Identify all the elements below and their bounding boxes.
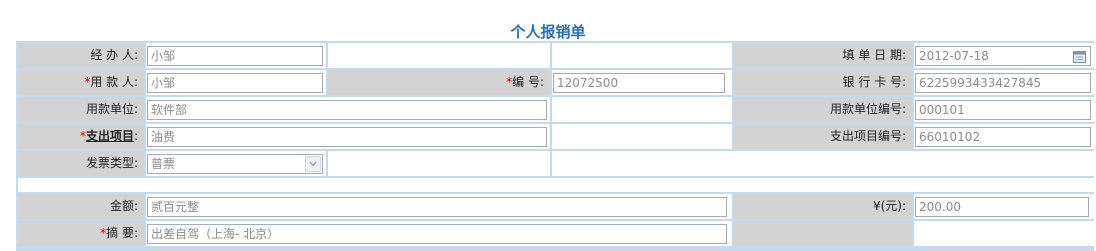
invoice-type-cell: 普票 bbox=[146, 151, 326, 176]
expense-code-label: 支出项目编号: bbox=[734, 124, 912, 149]
payee-label-text: 用 款 人: bbox=[90, 75, 138, 89]
handler-label: 经 办 人: bbox=[18, 43, 144, 68]
summary-input[interactable]: 出差自驾（上海- 北京） bbox=[147, 224, 727, 244]
empty-cell bbox=[914, 221, 1094, 246]
payee-input[interactable]: 小邹 bbox=[147, 73, 323, 93]
chevron-down-icon[interactable] bbox=[305, 156, 321, 172]
fill-date-label: 填 单 日 期: bbox=[734, 43, 912, 68]
summary-cell: 出差自驾（上海- 北京） bbox=[146, 221, 732, 246]
empty-cell bbox=[552, 151, 1094, 176]
amount-cell: 贰百元整 bbox=[146, 194, 732, 219]
empty-label-cell bbox=[734, 221, 912, 246]
expense-item-colon: : bbox=[133, 129, 138, 143]
bank-card-cell: 6225993433427845 bbox=[914, 70, 1094, 95]
unit-label: 用款单位: bbox=[18, 97, 144, 122]
empty-cell bbox=[328, 43, 550, 68]
unit-code-label: 用款单位编号: bbox=[734, 97, 912, 122]
handler-cell: 小邹 bbox=[146, 43, 326, 68]
fill-date-input[interactable]: 2012-07-18 bbox=[915, 46, 1091, 66]
invoice-type-select[interactable]: 普票 bbox=[147, 154, 323, 174]
unit-input[interactable]: 软件部 bbox=[147, 100, 547, 120]
bank-card-input[interactable]: 6225993433427845 bbox=[915, 73, 1091, 93]
amount-label: 金额: bbox=[18, 194, 144, 219]
number-label: *编 号: bbox=[328, 70, 550, 95]
number-label-text: 编 号: bbox=[512, 75, 544, 89]
currency-cell: 200.00 bbox=[914, 194, 1094, 219]
expense-item-link[interactable]: 支出项目 bbox=[86, 129, 134, 143]
bank-card-label: 银 行 卡 号: bbox=[734, 70, 912, 95]
handler-input[interactable]: 小邹 bbox=[147, 46, 323, 66]
unit-code-cell: 000101 bbox=[914, 97, 1094, 122]
unit-code-input[interactable]: 000101 bbox=[915, 100, 1091, 120]
expense-item-input[interactable]: 油费 bbox=[147, 127, 547, 147]
fill-date-cell: 2012-07-18 bbox=[914, 43, 1094, 68]
summary-label-text: 摘 要: bbox=[106, 226, 138, 240]
currency-label: ¥(元): bbox=[734, 194, 912, 219]
currency-input[interactable]: 200.00 bbox=[915, 197, 1089, 217]
invoice-type-value: 普票 bbox=[151, 157, 176, 171]
unit-cell: 软件部 bbox=[146, 97, 550, 122]
page-title: 个人报销单 bbox=[510, 23, 586, 41]
expense-code-cell: 66010102 bbox=[914, 124, 1094, 149]
empty-cell bbox=[552, 124, 732, 149]
invoice-type-label: 发票类型: bbox=[18, 151, 144, 176]
expense-form: 经 办 人: 小邹 填 单 日 期: 2012-07-18 *用 款 人: 小邹… bbox=[16, 41, 1094, 251]
empty-cell bbox=[552, 97, 732, 122]
calendar-icon[interactable] bbox=[1073, 50, 1086, 63]
payee-label: *用 款 人: bbox=[18, 70, 144, 95]
summary-label: *摘 要: bbox=[18, 221, 144, 246]
expense-code-input[interactable]: 66010102 bbox=[915, 127, 1091, 147]
amount-input[interactable]: 贰百元整 bbox=[147, 197, 727, 217]
empty-cell bbox=[328, 151, 550, 176]
empty-cell bbox=[552, 43, 732, 68]
expense-item-cell: 油费 bbox=[146, 124, 550, 149]
payee-cell: 小邹 bbox=[146, 70, 326, 95]
expense-item-label: *支出项目: bbox=[18, 124, 144, 149]
fill-date-value: 2012-07-18 bbox=[919, 49, 989, 63]
spacer-row bbox=[18, 178, 1094, 192]
number-input[interactable]: 12072500 bbox=[553, 73, 725, 93]
number-cell: 12072500 bbox=[552, 70, 732, 95]
